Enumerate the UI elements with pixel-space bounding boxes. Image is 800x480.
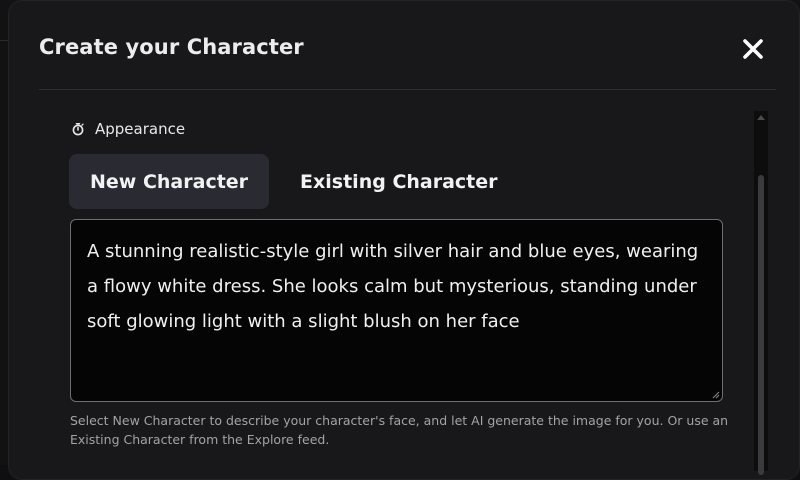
appearance-label: Appearance (95, 120, 186, 138)
close-button[interactable] (739, 35, 767, 63)
close-icon[interactable] (742, 38, 764, 60)
create-character-modal: Create your Character Appearance New Cha… (8, 0, 800, 480)
modal-scrollbar[interactable] (754, 111, 768, 475)
helper-text: Select New Character to describe your ch… (70, 413, 729, 447)
scroll-up-arrow-icon[interactable] (757, 115, 765, 120)
scrollbar-thumb[interactable] (758, 175, 764, 475)
timer-icon (71, 122, 85, 136)
resize-handle-icon[interactable] (710, 389, 720, 399)
appearance-section-label: Appearance (71, 120, 185, 138)
description-field-wrapper: A stunning realistic-style girl with sil… (70, 219, 723, 402)
character-description-input[interactable]: A stunning realistic-style girl with sil… (71, 220, 722, 401)
tab-existing-character[interactable]: Existing Character (279, 154, 518, 209)
header-divider (39, 89, 776, 90)
character-type-tabs: New Character Existing Character (69, 154, 519, 209)
modal-title: Create your Character (39, 35, 304, 59)
tab-new-character[interactable]: New Character (69, 154, 270, 209)
